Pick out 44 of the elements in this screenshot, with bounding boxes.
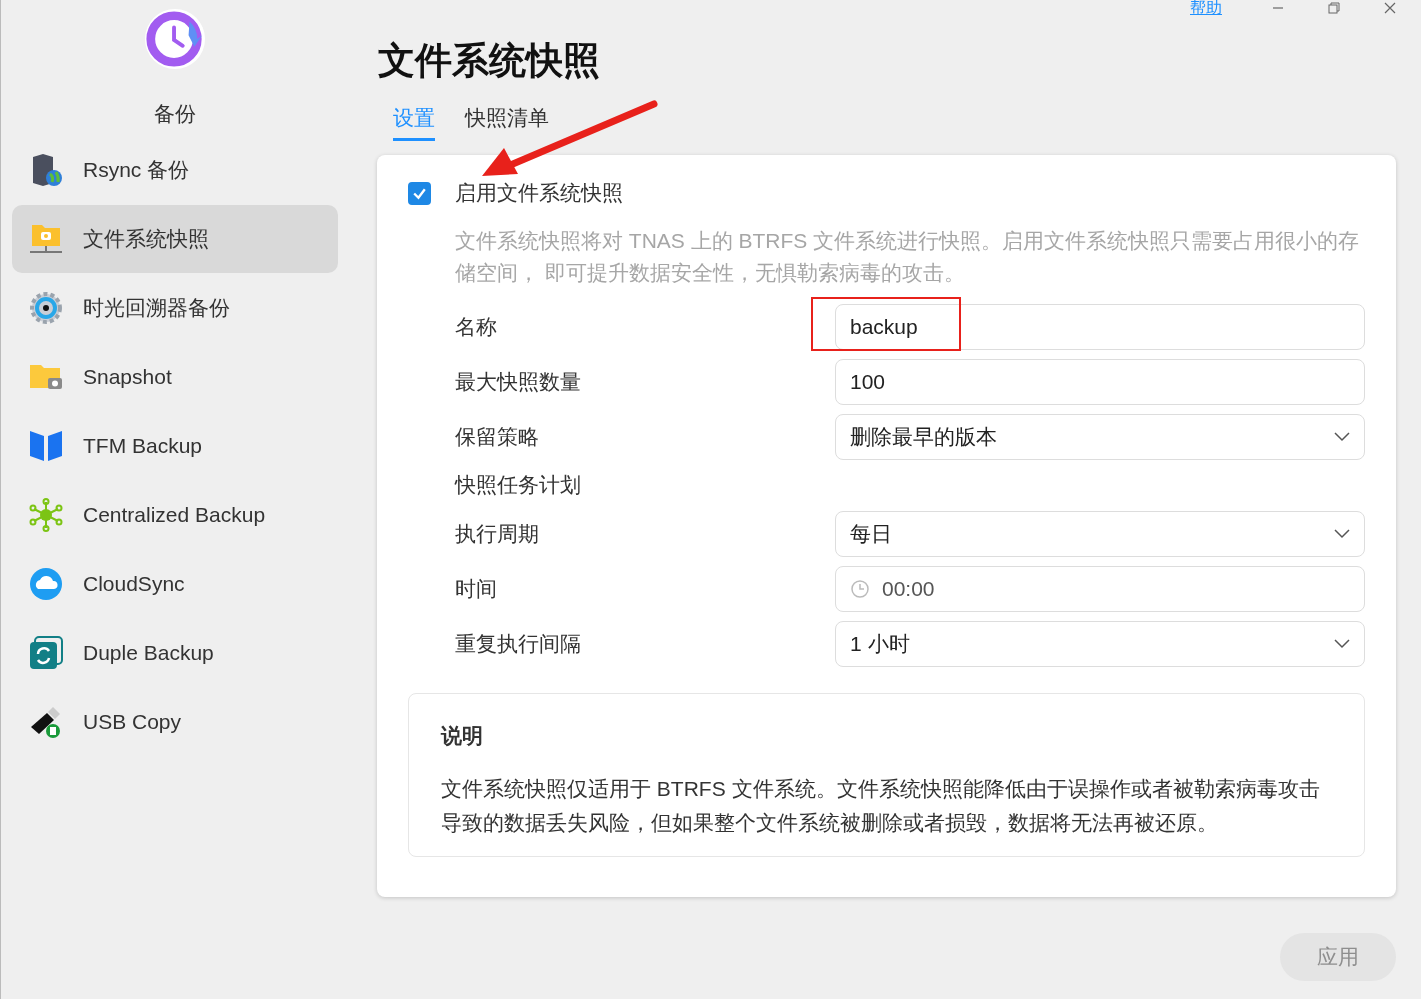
tab[interactable]: 快照清单 [465, 104, 549, 141]
cloud-icon [29, 567, 63, 601]
page-title: 文件系统快照 [378, 39, 601, 83]
sidebar-item[interactable]: 文件系统快照 [12, 205, 338, 273]
sidebar-item[interactable]: USB Copy [12, 688, 338, 756]
sidebar-item[interactable]: TFM Backup [12, 412, 338, 480]
sidebar-item[interactable]: Centralized Backup [12, 481, 338, 549]
field-label: 最大快照数量 [455, 368, 582, 395]
input-field[interactable]: 100 [835, 358, 1365, 405]
sidebar-item[interactable]: 时光回溯器备份 [12, 274, 338, 342]
network-hub-icon [29, 498, 63, 532]
chevron-down-icon [1334, 528, 1350, 539]
time-picker[interactable]: 00:00 [835, 565, 1365, 612]
restore-icon[interactable] [1328, 2, 1340, 14]
gear-icon [29, 291, 63, 325]
sidebar-item[interactable]: Rsync 备份 [12, 136, 338, 204]
sidebar-item[interactable]: Snapshot [12, 343, 338, 411]
checkbox-label: 启用文件系统快照 [455, 180, 623, 206]
field-label: 时间 [455, 575, 498, 602]
sidebar-item[interactable]: Duple Backup [12, 619, 338, 687]
description-text: 文件系统快照将对 TNAS 上的 BTRFS 文件系统进行快照。启用文件系统快照只需要占用很小的存储空间， 即可提升数据安全性，无惧勒索病毒的攻击。 [455, 228, 1361, 286]
app-name: 备份 [153, 101, 197, 127]
field-label: 重复执行间隔 [455, 630, 582, 657]
sidebar-item[interactable]: CloudSync [12, 550, 338, 618]
usb-drive-icon [29, 705, 63, 739]
field-label: 保留策略 [455, 423, 540, 450]
note-text: 文件系统快照仅适用于 BTRFS 文件系统。文件系统快照能降低由于误操作或者被勒索病毒攻击导致的数据丢失风险，但如果整个文件系统被删除或者损毁，数据将无法再被还原。 [441, 776, 1321, 836]
book-icon [29, 429, 63, 463]
clock-icon [850, 578, 870, 599]
dropdown[interactable]: 每日 [835, 510, 1365, 557]
dropdown[interactable]: 删除最早的版本 [835, 413, 1365, 460]
chevron-down-icon [1334, 431, 1350, 442]
sync-icon [29, 636, 63, 670]
folder-camera-icon [29, 222, 63, 256]
dropdown[interactable]: 1 小时 [835, 620, 1365, 667]
field-label: 快照任务计划 [455, 472, 582, 498]
field-label: 执行周期 [455, 520, 540, 547]
checkbox[interactable] [408, 181, 431, 205]
close-icon[interactable] [1384, 2, 1396, 14]
chevron-down-icon [1334, 638, 1350, 649]
clock-logo-icon [144, 8, 206, 70]
input-field[interactable]: backup [835, 303, 1365, 350]
note-title: 说明 [441, 723, 484, 749]
field-label: 名称 [455, 313, 498, 340]
